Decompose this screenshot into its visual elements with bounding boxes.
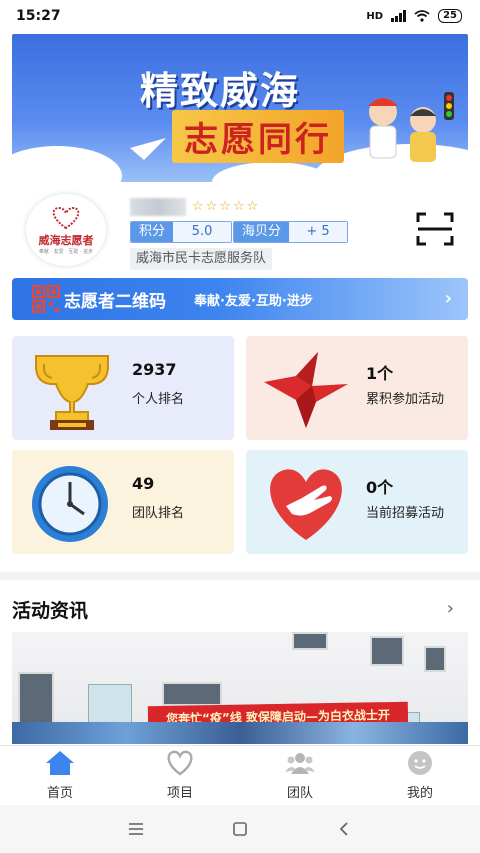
rating-stars: ☆☆☆☆☆ xyxy=(192,199,261,214)
status-time: 15:27 xyxy=(16,8,61,24)
paper-plane-icon xyxy=(130,138,166,160)
team-tag: 威海市民卡志愿服务队 xyxy=(130,248,273,270)
stat-value: 0个 xyxy=(366,478,394,497)
points-label: 积分 xyxy=(131,222,174,242)
profile-icon xyxy=(408,751,432,775)
avatar-subtext: 奉献 · 友爱 · 互助 · 进步 xyxy=(38,248,94,255)
haibei-value: + 5 xyxy=(289,222,348,242)
banner-title-line1: 精致威海 xyxy=(140,69,301,113)
bottom-tab-bar: 首页 项目 团队 我的 xyxy=(0,745,480,805)
volunteer-qr-banner[interactable]: 志愿者二维码 奉献·友爱·互助·进步 › xyxy=(12,278,468,320)
user-name-redacted xyxy=(130,198,186,216)
stat-card-activities-joined[interactable]: 1个 累积参加活动 xyxy=(246,336,468,440)
section-divider xyxy=(0,572,480,580)
status-bar: 15:27 HD 25 xyxy=(0,0,480,32)
chevron-right-icon[interactable]: › xyxy=(447,598,454,619)
tab-team[interactable]: 团队 xyxy=(240,746,360,805)
haibei-label: 海贝分 xyxy=(234,222,290,242)
battery-icon: 25 xyxy=(438,9,462,23)
tab-label: 团队 xyxy=(286,786,313,801)
home-icon xyxy=(46,751,74,775)
stat-card-recruiting[interactable]: 0个 当前招募活动 xyxy=(246,450,468,554)
stat-label: 当前招募活动 xyxy=(366,506,445,521)
tab-home[interactable]: 首页 xyxy=(0,746,120,805)
stat-value: 49 xyxy=(132,474,155,493)
haibei-pill: 海贝分 + 5 xyxy=(233,221,349,243)
avatar[interactable]: 威海志愿者 奉献 · 友爱 · 互助 · 进步 xyxy=(26,194,106,266)
status-icons: HD 25 xyxy=(366,9,462,23)
scan-icon[interactable] xyxy=(416,212,454,246)
volunteer-illustration xyxy=(368,92,454,162)
stat-label: 个人排名 xyxy=(132,392,185,407)
heart-hand-icon xyxy=(270,469,342,540)
heart-icon xyxy=(167,750,193,776)
qr-code-icon xyxy=(32,285,60,313)
tab-projects[interactable]: 项目 xyxy=(120,746,240,805)
points-value: 5.0 xyxy=(173,222,232,242)
stat-label: 团队排名 xyxy=(132,506,185,521)
news-image[interactable]: 您奔忙“疫”线 致保障启动—为白衣战士开展“心”服务 xyxy=(12,632,468,744)
tab-profile[interactable]: 我的 xyxy=(360,746,480,805)
stat-card-team-rank[interactable]: 49 团队排名 xyxy=(12,450,234,554)
qr-title: 志愿者二维码 xyxy=(64,291,166,312)
heart-logo-icon xyxy=(52,206,80,229)
stat-value: 2937 xyxy=(132,360,177,379)
network-type: HD xyxy=(366,10,384,22)
news-section-title: 活动资讯 xyxy=(12,600,89,622)
hero-banner[interactable]: 精致威海 志愿同行 xyxy=(12,34,468,182)
signal-icon xyxy=(391,10,407,22)
home-square-icon[interactable] xyxy=(228,817,252,841)
qr-slogan: 奉献·友爱·互助·进步 xyxy=(194,293,313,309)
tab-label: 首页 xyxy=(46,786,73,801)
origami-bird-icon xyxy=(264,352,348,428)
avatar-logo-text: 威海志愿者 xyxy=(38,233,94,247)
chevron-right-icon: › xyxy=(444,288,452,309)
banner-title-line2: 志愿同行 xyxy=(172,110,344,163)
points-pill: 积分 5.0 xyxy=(130,221,233,243)
back-icon[interactable] xyxy=(332,817,356,841)
tab-label: 我的 xyxy=(406,786,433,801)
stat-card-personal-rank[interactable]: 2937 个人排名 xyxy=(12,336,234,440)
group-icon xyxy=(285,753,315,774)
stat-label: 累积参加活动 xyxy=(366,392,445,407)
stat-value: 1个 xyxy=(366,364,394,383)
wifi-icon xyxy=(414,10,430,22)
trophy-icon xyxy=(35,355,109,430)
tab-label: 项目 xyxy=(166,786,193,801)
menu-icon[interactable] xyxy=(124,817,148,841)
clock-icon xyxy=(32,466,108,542)
system-nav-bar xyxy=(0,805,480,853)
